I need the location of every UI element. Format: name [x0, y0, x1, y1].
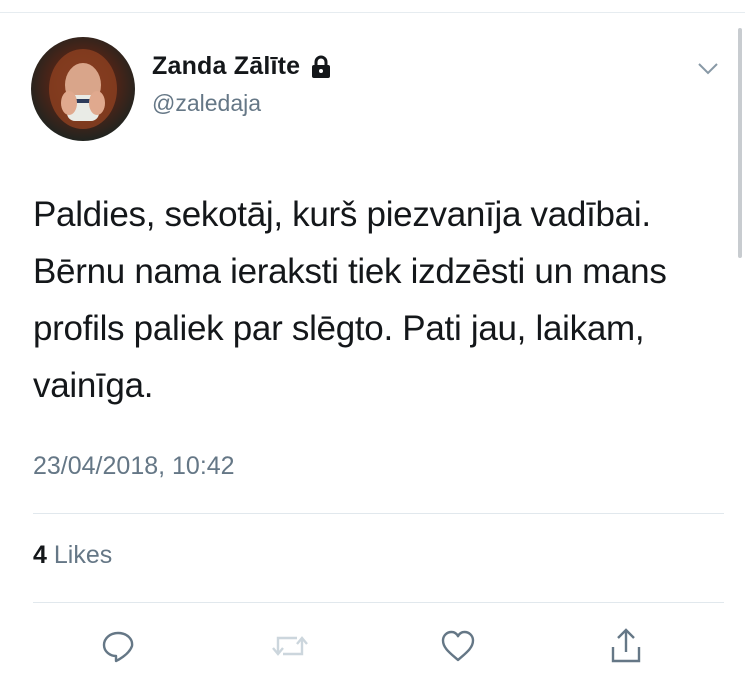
retweet-button[interactable]	[270, 626, 310, 666]
share-button[interactable]	[606, 626, 646, 666]
speech-bubble-icon	[102, 631, 134, 663]
retweet-icon	[272, 636, 308, 656]
scrollbar[interactable]	[738, 28, 742, 258]
likes-summary[interactable]: 4 Likes	[33, 541, 112, 570]
divider	[33, 602, 724, 603]
chevron-down-icon[interactable]	[697, 60, 719, 76]
reply-button[interactable]	[98, 626, 138, 666]
share-icon	[611, 628, 641, 663]
tweet-text: Paldies, sekotāj, kurš piezvanīja vadība…	[33, 195, 667, 405]
tweet-timestamp: 23/04/2018, 10:42	[33, 452, 235, 480]
like-button[interactable]	[438, 626, 478, 666]
avatar[interactable]	[31, 37, 135, 141]
profile-photo-icon	[49, 49, 117, 129]
author-handle[interactable]: @zaledaja	[152, 90, 261, 117]
heart-icon	[441, 630, 475, 662]
author-display-name[interactable]: Zanda Zālīte	[152, 52, 300, 81]
lock-icon	[310, 55, 332, 79]
author-row: Zanda Zālīte	[152, 52, 332, 81]
top-divider	[0, 12, 745, 13]
likes-label: Likes	[53, 541, 113, 569]
likes-count: 4	[33, 541, 47, 569]
divider	[33, 513, 724, 514]
